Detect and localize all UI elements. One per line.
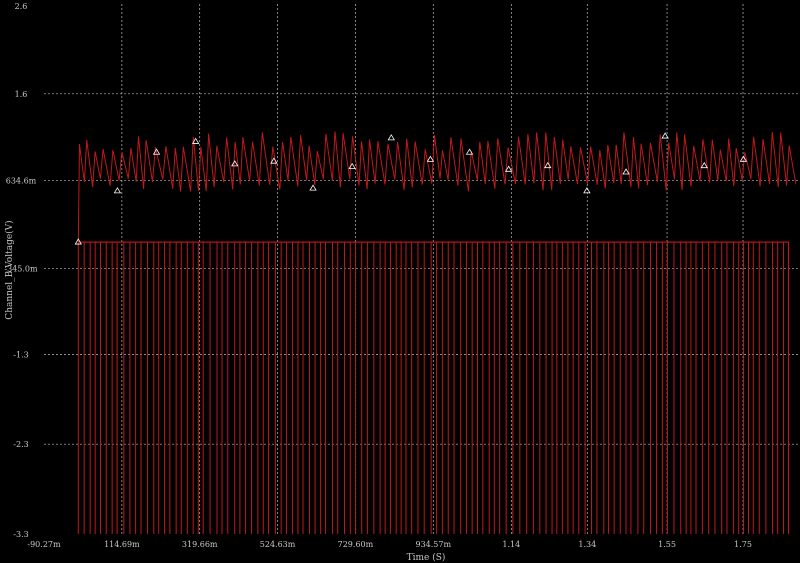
x-tick-label: 319.66m — [182, 540, 218, 549]
scope-plot: -90.27m 114.69m 319.66m 524.63m 729.60m 934.5… — [0, 0, 800, 563]
x-tick-label: 1.55 — [658, 540, 676, 549]
plot-background — [0, 0, 800, 563]
x-tick-label: 114.69m — [104, 540, 140, 549]
x-tick-label: 934.57m — [415, 540, 451, 549]
x-tick-label: 1.14 — [502, 540, 520, 549]
x-tick-label: 1.34 — [578, 540, 596, 549]
y-tick-label: 634.6m — [6, 177, 37, 186]
x-tick-label: 524.63m — [260, 540, 296, 549]
y-tick-label: -1.3 — [13, 350, 28, 359]
y-tick-label: -2.3 — [13, 440, 28, 449]
x-axis-title: Time (S) — [407, 552, 446, 563]
y-axis-title: Channel_B Voltage(V) — [4, 220, 15, 319]
y-tick-label: 2.6 — [15, 2, 28, 11]
x-tick-label: 1.75 — [734, 540, 752, 549]
y-tick-label: -3.3 — [13, 530, 28, 539]
x-tick-label: 729.60m — [338, 540, 374, 549]
y-tick-label: 1.6 — [15, 90, 28, 99]
x-tick-label: -90.27m — [27, 540, 61, 549]
